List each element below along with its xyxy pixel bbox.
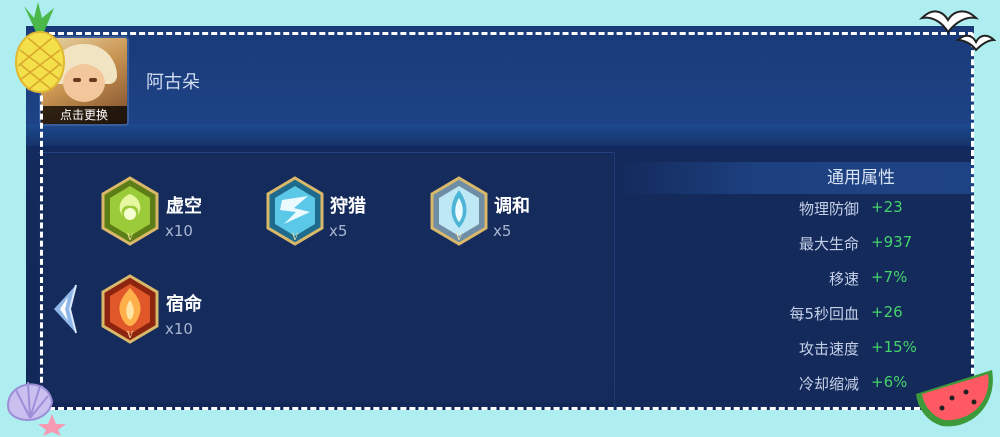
harmony-rune-icon: V [430, 176, 488, 246]
change-hero-label[interactable]: 点击更换 [41, 106, 127, 124]
fate-rune-icon: V [101, 274, 159, 344]
attribute-value: +7% [871, 268, 908, 286]
attribute-value: +15% [871, 338, 917, 356]
hero-name: 阿古朵 [146, 72, 200, 93]
attribute-value: +937 [871, 233, 913, 251]
attribute-value: +6% [871, 373, 908, 391]
rune-name: 调和 [494, 196, 530, 217]
rune-name: 狩猎 [330, 196, 366, 217]
rune-name: 宿命 [166, 294, 202, 315]
attribute-row: 最大生命 +937 [615, 233, 974, 257]
attribute-label: 每5秒回血 [789, 305, 859, 323]
attribute-label: 移速 [828, 270, 859, 288]
svg-text:V: V [291, 233, 299, 243]
back-arrow-icon[interactable] [46, 281, 86, 337]
attributes-title: 通用属性 [615, 162, 974, 194]
void-rune-icon: V [101, 176, 159, 246]
rune-count: x10 [165, 222, 193, 240]
attribute-label: 物理防御 [798, 200, 859, 218]
rune-panel: 点击更换 阿古朵 V 虚空 x10 V 狩猎 x5 V 调和 x5 V 宿命 x… [26, 26, 974, 410]
watermelon-icon [916, 370, 993, 427]
attribute-label: 冷却缩减 [798, 375, 859, 393]
svg-text:V: V [126, 331, 134, 341]
hunt-rune-icon: V [266, 176, 324, 246]
attribute-label: 最大生命 [798, 235, 859, 253]
rune-count: x5 [493, 222, 512, 240]
rune-count: x5 [329, 222, 348, 240]
attribute-row: 移速 +7% [615, 268, 974, 292]
attribute-value: +26 [871, 303, 903, 321]
attribute-row: 物理防御 +23 [615, 198, 974, 222]
pineapple-icon [15, 2, 65, 93]
svg-text:V: V [126, 233, 134, 243]
rune-count: x10 [165, 320, 193, 338]
attribute-row: 攻击速度 +15% [615, 338, 974, 362]
attribute-row: 每5秒回血 +26 [615, 303, 974, 327]
svg-text:V: V [455, 233, 463, 243]
rune-name: 虚空 [166, 196, 202, 217]
seashell-icon [6, 381, 66, 436]
header-divider [26, 124, 974, 146]
attribute-label: 攻击速度 [798, 340, 859, 358]
seagull-icon [918, 10, 996, 52]
attribute-value: +23 [871, 198, 903, 216]
